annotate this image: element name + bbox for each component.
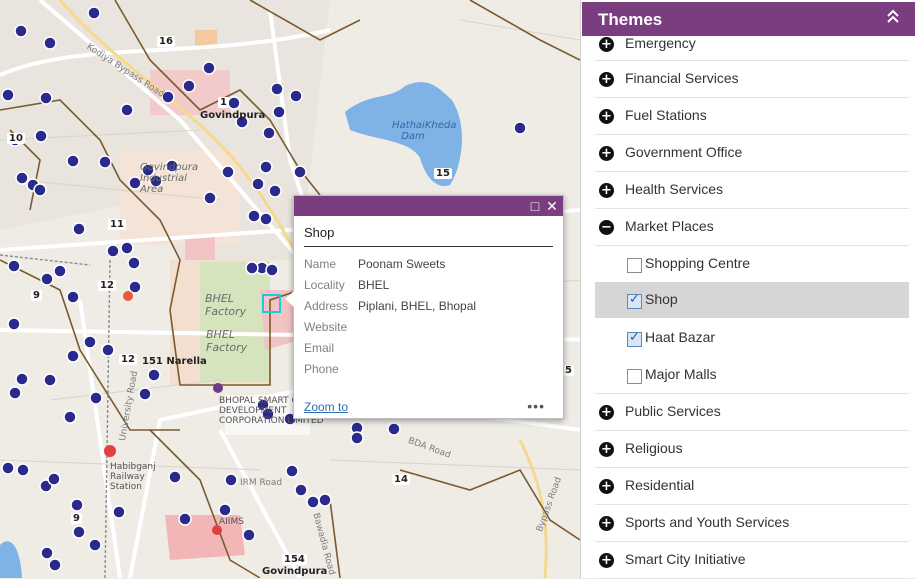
checkbox[interactable] — [627, 292, 642, 309]
feature-popup: □ ✕ Shop Name Poonam Sweets Locality BHEL … — [285, 195, 564, 419]
theme-item-emergency[interactable]: + Emergency — [595, 24, 909, 61]
hospital-icon — [123, 291, 133, 301]
table-row: Name Poonam Sweets — [304, 253, 476, 274]
ward-number: 10 — [7, 133, 25, 144]
water-label: HathaiKheda Dam — [392, 120, 457, 142]
attribute-value: Poonam Sweets — [358, 256, 446, 271]
attribute-key: Locality — [304, 277, 345, 292]
theme-item-public-services[interactable]: + Public Services — [595, 394, 909, 431]
maximize-icon[interactable]: □ — [527, 198, 543, 214]
subtheme-shop[interactable]: Shop — [595, 282, 909, 318]
road-label: IRM Road — [240, 478, 283, 488]
place-label: 151 Narella — [142, 356, 207, 367]
place-label: Govindpura — [262, 566, 328, 577]
attribute-key: Address — [304, 298, 349, 313]
attribute-value — [358, 337, 476, 358]
checkbox[interactable] — [627, 369, 642, 384]
theme-label: Public Services — [625, 403, 721, 419]
area-label: Govindpura Industrial Area — [140, 162, 199, 195]
ward-number: 12 — [98, 280, 116, 291]
popup-title: Shop — [304, 225, 553, 247]
theme-item-smart-city-initiative[interactable]: + Smart City Initiative — [595, 542, 909, 579]
expand-icon[interactable]: + — [599, 516, 614, 531]
theme-label: Emergency — [625, 35, 696, 51]
ward-number: 14 — [392, 474, 410, 485]
ward-number: 9 — [71, 513, 82, 524]
theme-label: Health Services — [625, 181, 724, 197]
ward-number: 5 — [563, 365, 574, 376]
ward-number: 15 — [434, 168, 452, 179]
theme-label: Religious — [625, 440, 683, 456]
ward-number: 9 — [31, 290, 42, 301]
expand-icon[interactable]: + — [599, 37, 614, 52]
attribute-value — [358, 316, 476, 337]
table-row: Website — [304, 316, 476, 337]
subtheme-shopping-centre[interactable]: Shopping Centre — [595, 246, 909, 282]
expand-icon[interactable]: + — [599, 553, 614, 568]
expand-icon[interactable]: + — [599, 405, 614, 420]
expand-icon[interactable]: + — [599, 479, 614, 494]
theme-item-financial-services[interactable]: + Financial Services — [595, 61, 909, 98]
place-label: AIIMS — [219, 517, 244, 527]
collapse-icon[interactable]: − — [599, 220, 614, 235]
popup-header: □ ✕ — [294, 196, 563, 216]
theme-item-health-services[interactable]: + Health Services — [595, 172, 909, 209]
attribute-key: Website — [304, 319, 348, 334]
theme-label: Financial Services — [625, 70, 739, 86]
place-label: Govindpura — [200, 110, 266, 121]
expand-icon[interactable]: + — [599, 72, 614, 87]
expand-icon[interactable]: + — [599, 442, 614, 457]
subtheme-label: Major Malls — [645, 366, 717, 382]
popup-pointer — [285, 291, 294, 307]
theme-item-sports-and-youth-services[interactable]: + Sports and Youth Services — [595, 505, 909, 542]
expand-icon[interactable]: + — [599, 183, 614, 198]
themes-panel: Themes + Emergency + Financial Services … — [580, 0, 916, 579]
theme-item-market-places[interactable]: − Market Places — [595, 209, 909, 246]
theme-label: Sports and Youth Services — [625, 514, 790, 530]
attribute-value — [358, 358, 476, 379]
subtheme-label: Shop — [645, 291, 678, 307]
attribute-key: Email — [304, 340, 335, 355]
subtheme-major-malls[interactable]: Major Malls — [595, 357, 909, 394]
table-row: Locality BHEL — [304, 274, 476, 295]
theme-item-government-office[interactable]: + Government Office — [595, 135, 909, 172]
attribute-key: Phone — [304, 361, 339, 376]
theme-item-residential[interactable]: + Residential — [595, 468, 909, 505]
station-icon — [104, 445, 116, 457]
attribute-value: BHEL — [358, 277, 390, 292]
theme-label: Fuel Stations — [625, 107, 707, 123]
theme-item-religious[interactable]: + Religious — [595, 431, 909, 468]
checkbox[interactable] — [627, 330, 642, 347]
theme-label: Government Office — [625, 144, 743, 160]
popup-attribute-table: Name Poonam Sweets Locality BHEL Address Pi… — [304, 253, 476, 379]
close-icon[interactable]: ✕ — [544, 198, 560, 214]
attribute-key: Name — [304, 256, 337, 271]
area-label: BHEL Factory — [205, 292, 247, 318]
ward-number: 11 — [108, 219, 126, 230]
table-row: Phone — [304, 358, 476, 379]
theme-label: Market Places — [625, 218, 714, 234]
theme-item-fuel-stations[interactable]: + Fuel Stations — [595, 98, 909, 135]
subtheme-haat-bazar[interactable]: Haat Bazar — [595, 320, 909, 356]
attribute-value: Piplani, BHEL, Bhopal — [358, 298, 477, 313]
theme-label: Residential — [625, 477, 695, 493]
ward-number: 16 — [157, 36, 175, 47]
expand-icon[interactable]: + — [599, 146, 614, 161]
subtheme-label: Shopping Centre — [645, 255, 751, 271]
zoom-to-link[interactable]: Zoom to — [304, 400, 348, 414]
table-row: Email — [304, 337, 476, 358]
checkbox[interactable] — [627, 258, 642, 273]
table-row: Address Piplani, BHEL, Bhopal — [304, 295, 476, 316]
area-label: BHEL Factory — [206, 328, 248, 354]
ward-number: 1 — [218, 97, 229, 108]
more-options-icon[interactable]: ••• — [527, 398, 545, 414]
station-label: Habibganj Railway Station — [110, 462, 156, 492]
subtheme-label: Haat Bazar — [645, 329, 716, 345]
theme-label: Smart City Initiative — [625, 551, 746, 567]
ward-number: 12 — [119, 354, 137, 365]
ward-number: 154 — [282, 554, 307, 565]
office-icon — [213, 383, 223, 393]
expand-icon[interactable]: + — [599, 109, 614, 124]
